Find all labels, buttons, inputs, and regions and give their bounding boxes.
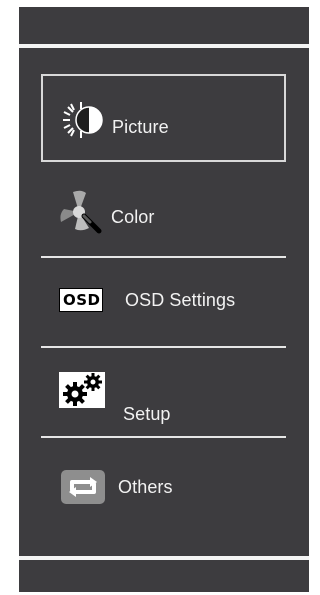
gears-icon (59, 372, 105, 408)
osd-icon-text: OSD (63, 291, 101, 309)
menu-item-color[interactable]: Color (41, 172, 286, 260)
menu-label-color: Color (111, 207, 155, 227)
menu-label-others: Others (118, 477, 173, 497)
menu-divider (41, 436, 286, 438)
top-rule (19, 44, 309, 48)
osd-icon: OSD (59, 288, 103, 312)
brightness-contrast-icon (63, 102, 103, 138)
menu-label-setup: Setup (123, 404, 171, 424)
menu-item-setup[interactable]: Setup (41, 350, 286, 438)
bottom-rule (19, 556, 309, 560)
menu-label-picture: Picture (112, 117, 169, 137)
osd-menu-panel: Picture Color OSD OSD Settings Setup Oth… (19, 7, 309, 592)
menu-item-others[interactable]: Others (41, 440, 286, 528)
color-wheel-icon (60, 190, 102, 234)
refresh-icon (61, 470, 105, 504)
menu-divider (41, 346, 286, 348)
menu-divider (41, 256, 286, 258)
osd-window: Picture Color OSD OSD Settings Setup Oth… (0, 0, 311, 595)
menu-label-osd-settings: OSD Settings (125, 290, 236, 310)
menu-item-picture[interactable]: Picture (41, 74, 286, 162)
menu-item-osd-settings[interactable]: OSD OSD Settings (41, 259, 286, 347)
